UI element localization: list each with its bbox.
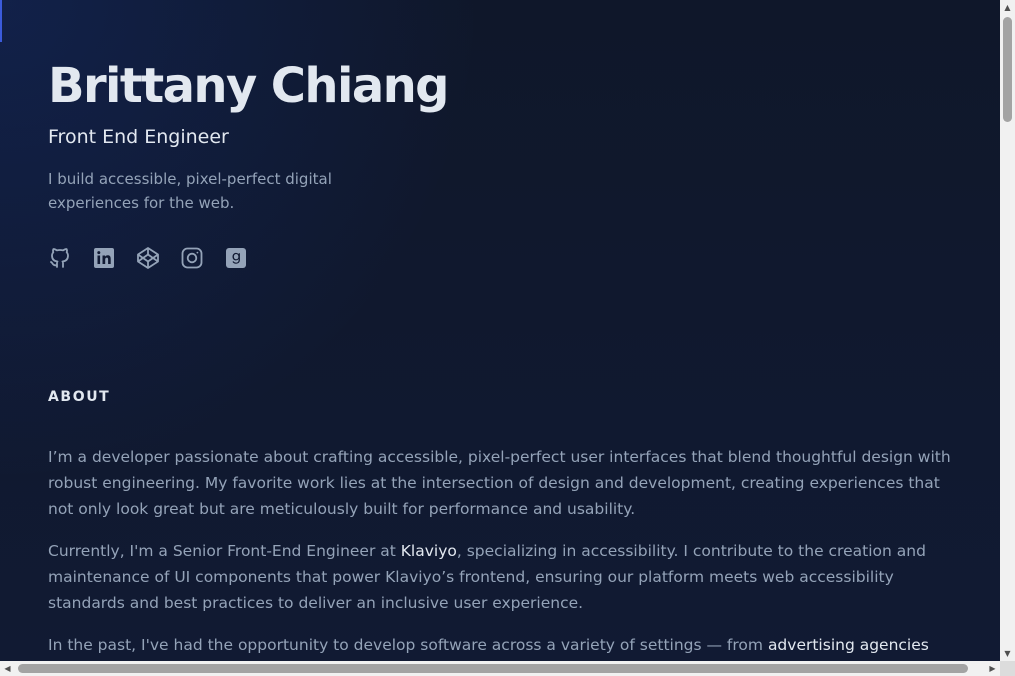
focus-caret (0, 0, 2, 42)
instagram-icon (181, 247, 203, 269)
linkedin-link[interactable] (92, 246, 116, 270)
page-viewport: Brittany Chiang Front End Engineer I bui… (0, 0, 1000, 661)
github-link[interactable] (48, 246, 72, 270)
codepen-icon (137, 247, 159, 269)
horizontal-scroll-thumb[interactable] (18, 664, 968, 673)
github-icon (50, 248, 69, 268)
about-paragraph-3: In the past, I've had the opportunity to… (48, 632, 958, 661)
codepen-link[interactable] (136, 246, 160, 270)
vertical-scrollbar[interactable]: ▲ ▼ (1000, 0, 1015, 661)
about-paragraph-2: Currently, I'm a Senior Front-End Engine… (48, 538, 958, 616)
page-title: Brittany Chiang (48, 58, 450, 114)
about-section: I’m a developer passionate about craftin… (48, 444, 958, 661)
goodreads-icon (226, 248, 246, 268)
horizontal-scrollbar[interactable]: ◀ ▶ (0, 661, 1000, 676)
goodreads-link[interactable] (224, 246, 248, 270)
scroll-right-arrow-icon[interactable]: ▶ (985, 661, 1000, 676)
scroll-up-arrow-icon[interactable]: ▲ (1000, 0, 1015, 15)
vertical-scroll-thumb[interactable] (1003, 17, 1012, 122)
scroll-left-arrow-icon[interactable]: ◀ (0, 661, 15, 676)
about-heading: ABOUT (48, 389, 111, 405)
scrollbar-corner (1000, 661, 1015, 676)
tagline: I build accessible, pixel-perfect digita… (48, 170, 332, 212)
job-title: Front End Engineer (48, 126, 229, 148)
scroll-down-arrow-icon[interactable]: ▼ (1000, 646, 1015, 661)
instagram-link[interactable] (180, 246, 204, 270)
klaviyo-link[interactable]: Klaviyo (401, 542, 457, 560)
linkedin-icon (94, 248, 114, 268)
advertising-agencies-link[interactable]: advertising agencies (768, 636, 929, 654)
social-links (48, 246, 248, 270)
about-paragraph-1: I’m a developer passionate about craftin… (48, 448, 951, 518)
about-text: In the past, I've had the opportunity to… (48, 636, 768, 654)
about-text: Currently, I'm a Senior Front-End Engine… (48, 542, 401, 560)
